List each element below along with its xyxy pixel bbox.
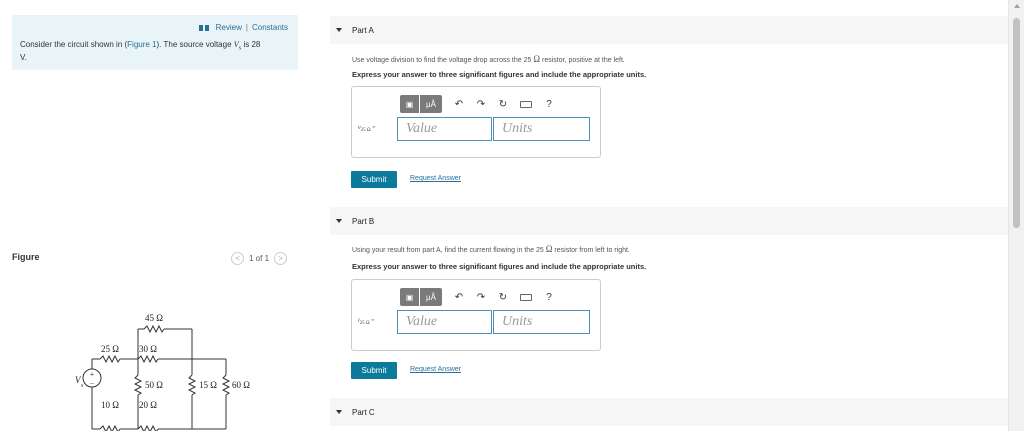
left-pane: Review | Constants Consider the circuit …	[0, 0, 310, 431]
book-icon	[198, 24, 209, 31]
part-b-units-input[interactable]: Units	[493, 310, 590, 334]
template-icon[interactable]: ▣	[400, 288, 419, 306]
label-50: 50 Ω	[145, 380, 163, 390]
part-a-header[interactable]: Part A	[330, 16, 1017, 44]
label-15: 15 Ω	[199, 380, 217, 390]
scroll-up-icon[interactable]	[1014, 4, 1020, 8]
template-group: ▣ μÅ	[400, 95, 442, 113]
part-a-eq: =	[370, 125, 376, 131]
part-b-value-input[interactable]: Value	[397, 310, 492, 334]
help-icon[interactable]: ?	[544, 292, 554, 303]
link-separator: |	[245, 23, 248, 32]
part-b-title: Part B	[352, 216, 375, 226]
keyboard-icon[interactable]	[520, 100, 532, 108]
scroll-thumb[interactable]	[1013, 18, 1020, 228]
part-a-instruction: Express your answer to three significant…	[352, 70, 647, 79]
figure-pager: < 1 of 1 >	[231, 252, 288, 265]
part-a-submit-button[interactable]: Submit	[351, 171, 397, 188]
part-b-instruction: Express your answer to three significant…	[352, 262, 647, 271]
intro-prefix: Consider the circuit shown in (	[20, 40, 128, 49]
label-25: 25 Ω	[101, 344, 119, 354]
collapse-triangle-icon	[336, 28, 342, 32]
part-b-toolbar: ▣ μÅ ↶ ↷ ↻ ?	[400, 288, 554, 306]
part-b-answer-box: ▣ μÅ ↶ ↷ ↻ ? i25 Ω = Value Units	[351, 279, 601, 351]
pager-text: 1 of 1	[249, 254, 270, 263]
keyboard-icon[interactable]	[520, 293, 532, 301]
label-vs-sub: s	[81, 383, 84, 389]
intro-middle: ). The source voltage	[156, 40, 234, 49]
part-b-question-suffix: resistor from left to right.	[552, 247, 630, 254]
circuit-diagram: 45 Ω 25 Ω 30 Ω 50 Ω 15 Ω 60 Ω 10 Ω 20 Ω …	[75, 313, 250, 431]
part-b-var-label: i25 Ω =	[358, 318, 375, 326]
part-b-var-sub: 25 Ω	[359, 321, 370, 327]
part-b-question-prefix: Using your result from part A, find the …	[352, 247, 546, 254]
review-link[interactable]: Review	[216, 23, 242, 32]
part-a-question: Use voltage division to find the voltage…	[352, 54, 625, 64]
part-b-question: Using your result from part A, find the …	[352, 244, 630, 254]
units-button[interactable]: μÅ	[420, 288, 442, 306]
resistor-20	[137, 424, 159, 431]
part-a-var-sub: 25 Ω	[360, 128, 371, 134]
help-icon[interactable]: ?	[544, 99, 554, 110]
intro-period: .	[24, 52, 27, 62]
undo-icon[interactable]: ↶	[454, 292, 464, 303]
part-a-toolbar: ▣ μÅ ↶ ↷ ↻ ?	[400, 95, 554, 113]
intro-panel: Review | Constants Consider the circuit …	[12, 15, 298, 70]
resistor-45	[143, 324, 165, 334]
part-a-units-input[interactable]: Units	[493, 117, 590, 141]
label-20: 20 Ω	[139, 400, 157, 410]
redo-icon[interactable]: ↷	[476, 292, 486, 303]
source-minus: −	[90, 379, 95, 388]
figure-link[interactable]: Figure 1	[127, 40, 156, 49]
units-button[interactable]: μÅ	[420, 95, 442, 113]
vertical-scrollbar[interactable]	[1008, 0, 1024, 431]
intro-suffix: is 28	[241, 40, 261, 49]
reset-icon[interactable]: ↻	[498, 99, 508, 110]
resistor-30	[137, 354, 159, 364]
undo-icon[interactable]: ↶	[454, 99, 464, 110]
part-c-title: Part C	[352, 407, 375, 417]
part-b-submit-button[interactable]: Submit	[351, 362, 397, 379]
figure-label: Figure	[12, 252, 40, 262]
part-a-question-prefix: Use voltage division to find the voltage…	[352, 57, 534, 64]
template-group: ▣ μÅ	[400, 288, 442, 306]
prev-figure-button[interactable]: <	[231, 252, 244, 265]
resistor-50	[133, 374, 143, 396]
redo-icon[interactable]: ↷	[476, 99, 486, 110]
collapse-triangle-icon	[336, 410, 342, 414]
part-b-header[interactable]: Part B	[330, 207, 1017, 235]
reset-icon[interactable]: ↻	[498, 292, 508, 303]
label-45: 45 Ω	[145, 313, 163, 323]
resistor-25	[99, 354, 121, 364]
part-a-title: Part A	[352, 25, 374, 35]
template-icon[interactable]: ▣	[400, 95, 419, 113]
problem-statement: Consider the circuit shown in (Figure 1)…	[20, 40, 300, 62]
part-a-var-label: v25 Ω =	[358, 125, 376, 133]
part-a-value-input[interactable]: Value	[397, 117, 492, 141]
intro-links: Review | Constants	[198, 23, 288, 32]
collapse-triangle-icon	[336, 219, 342, 223]
source-plus: +	[90, 370, 95, 379]
part-c-header[interactable]: Part C	[330, 398, 1017, 426]
part-a-question-suffix: resistor, positive at the left.	[540, 57, 625, 64]
part-b-eq: =	[369, 318, 375, 324]
label-30: 30 Ω	[139, 344, 157, 354]
part-a-request-answer-link[interactable]: Request Answer	[410, 175, 461, 182]
next-figure-button[interactable]: >	[274, 252, 288, 265]
part-a-answer-box: ▣ μÅ ↶ ↷ ↻ ? v25 Ω = Value Units	[351, 86, 601, 158]
constants-link[interactable]: Constants	[252, 23, 288, 32]
part-b-request-answer-link[interactable]: Request Answer	[410, 366, 461, 373]
label-60: 60 Ω	[232, 380, 250, 390]
resistor-10	[99, 424, 121, 431]
resistor-60	[221, 374, 231, 396]
label-10: 10 Ω	[101, 400, 119, 410]
resistor-15	[187, 374, 197, 396]
